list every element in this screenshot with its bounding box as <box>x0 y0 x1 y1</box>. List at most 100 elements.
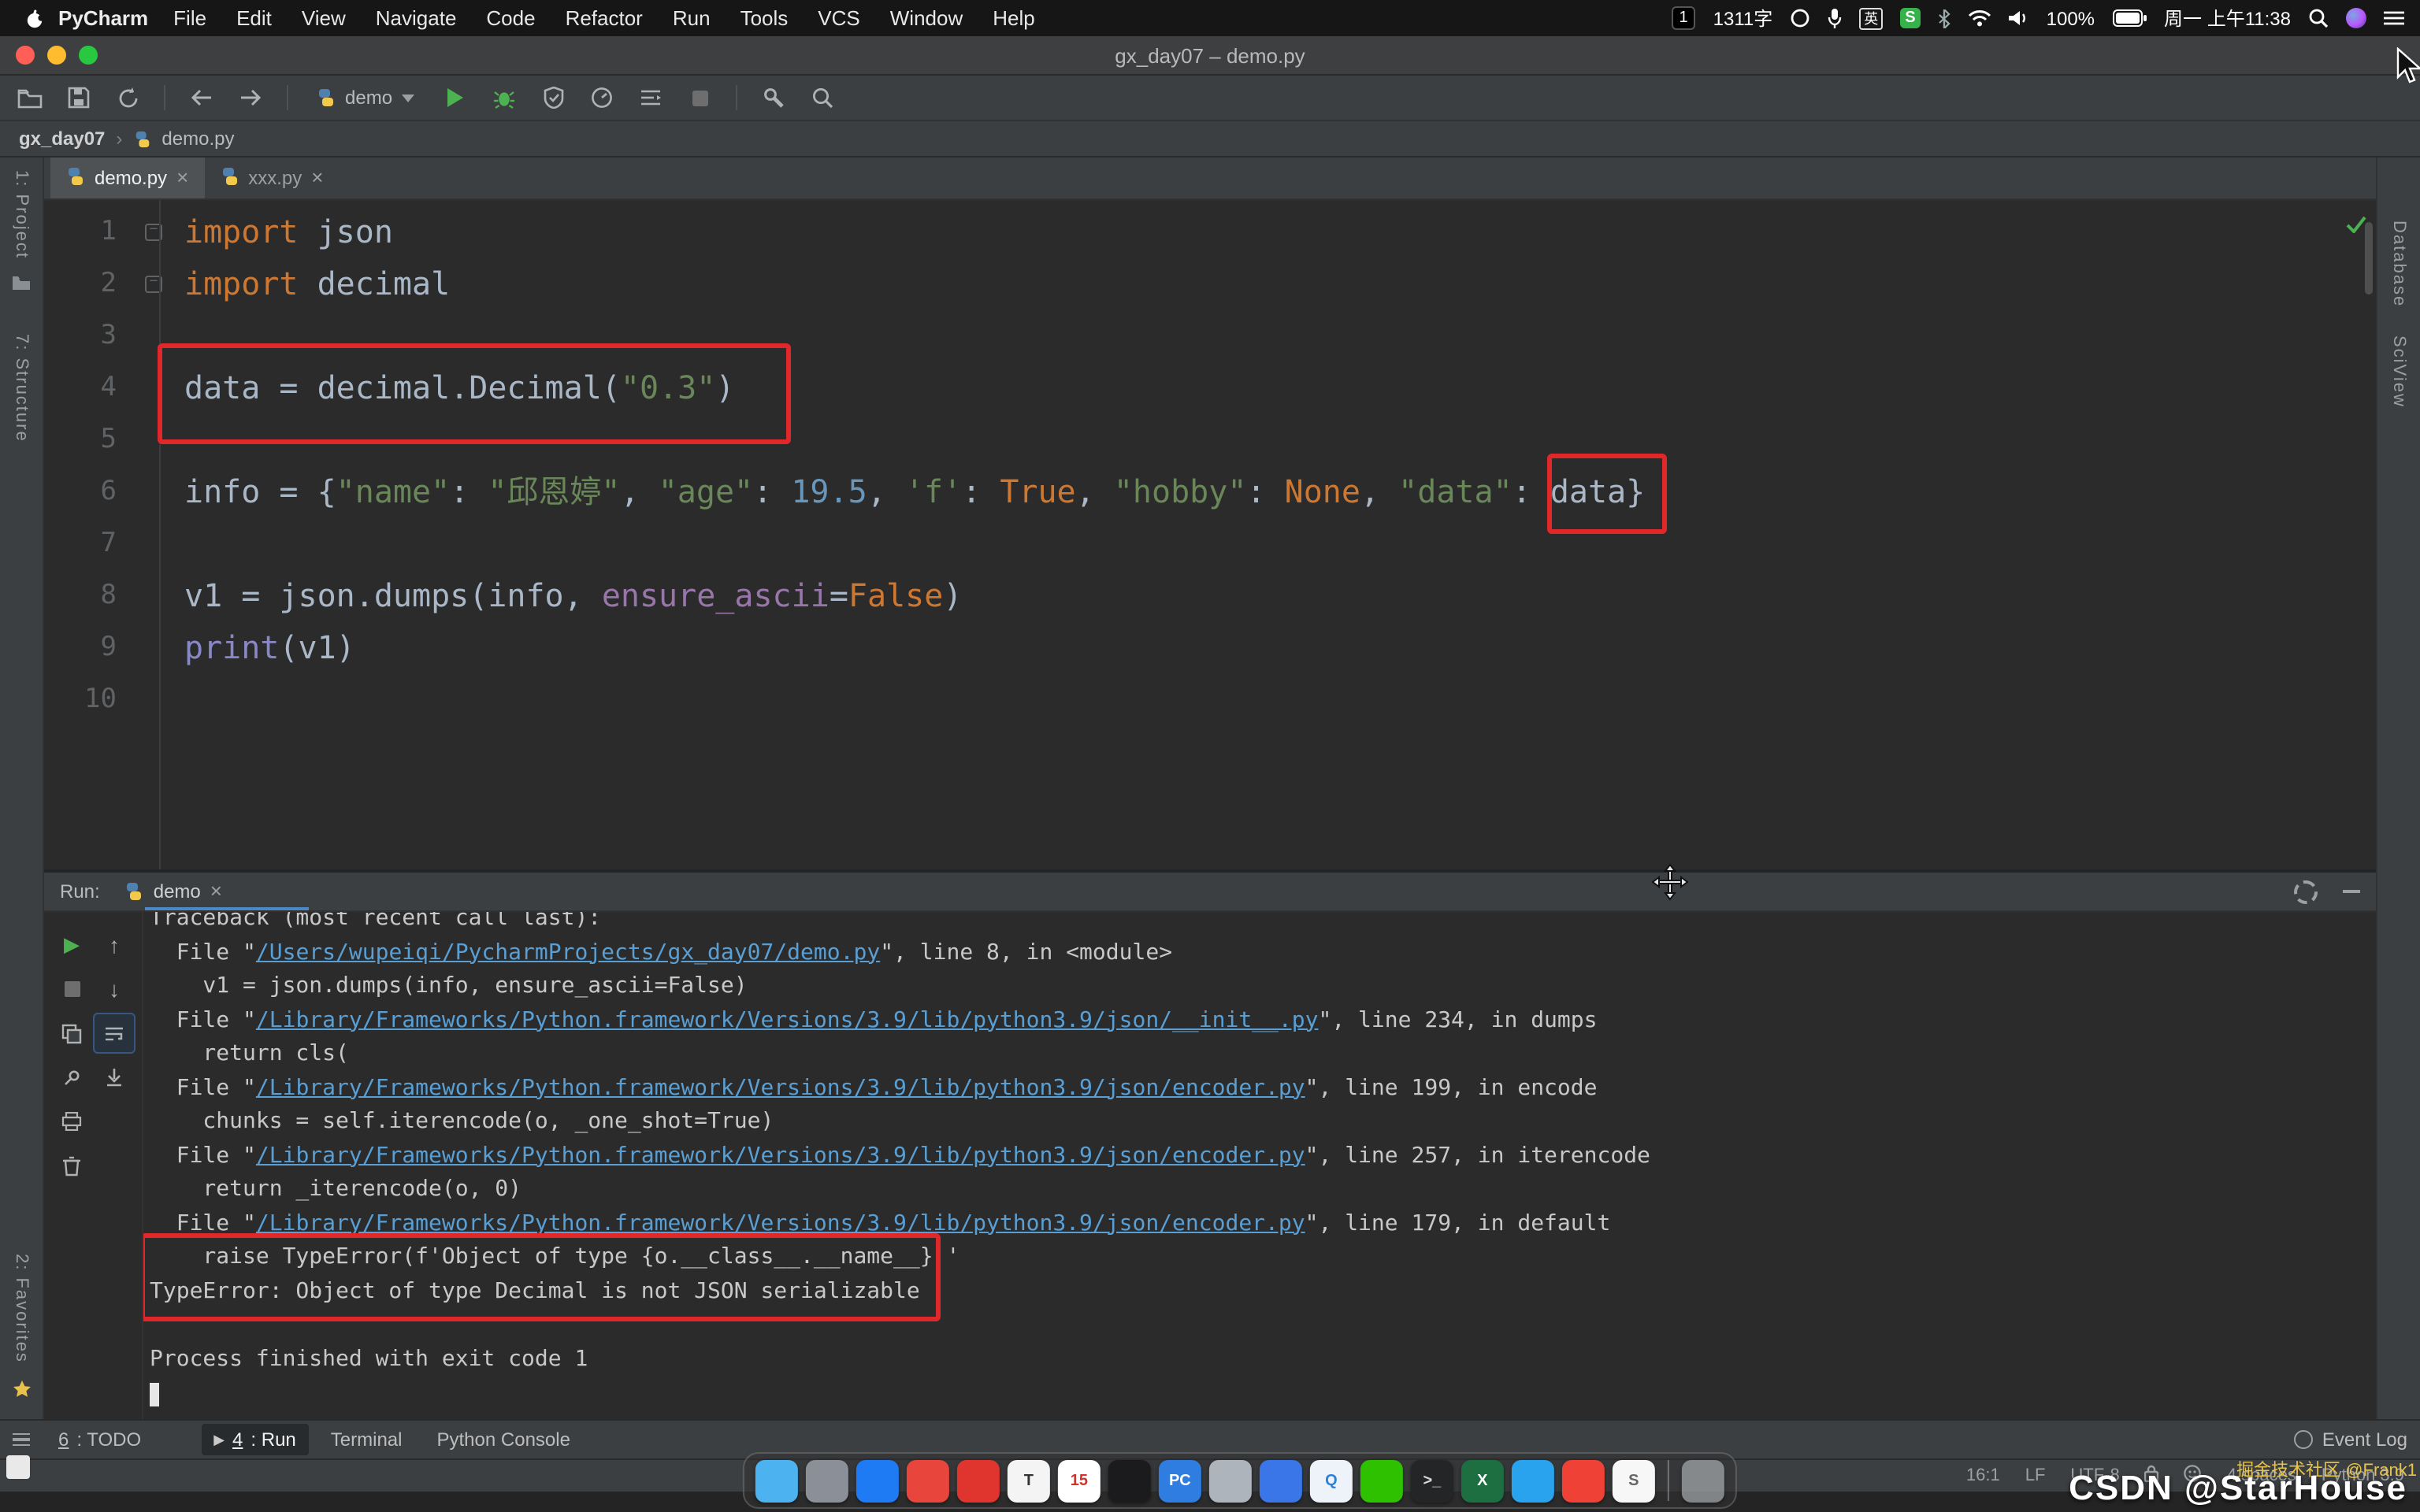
editor-tab-demo.py[interactable]: demo.py× <box>50 158 204 198</box>
dock-app-sketch-like[interactable]: S <box>1613 1459 1655 1502</box>
gear-icon[interactable] <box>2294 880 2318 903</box>
dock-app-trash[interactable] <box>1682 1459 1724 1502</box>
dock-app-pc-manager[interactable]: PC <box>1159 1459 1201 1502</box>
sogou-input-icon[interactable]: S <box>1900 8 1920 28</box>
stack-trace-link[interactable]: /Users/wupeiqi/PycharmProjects/gx_day07/… <box>256 939 880 965</box>
menu-item-view[interactable]: View <box>302 6 346 30</box>
menu-item-tools[interactable]: Tools <box>740 6 789 30</box>
fold-marker[interactable]: − <box>135 206 172 258</box>
pin-tab-icon[interactable] <box>50 1057 93 1098</box>
dock-app-app-blue[interactable] <box>1260 1459 1302 1502</box>
stack-trace-link[interactable]: /Library/Frameworks/Python.framework/Ver… <box>256 1075 1305 1100</box>
toolwindow-run[interactable]: ▶4: Run <box>201 1424 309 1455</box>
stop-process-button[interactable] <box>50 969 93 1010</box>
print-icon[interactable] <box>50 1101 93 1142</box>
menu-item-help[interactable]: Help <box>993 6 1035 30</box>
star-icon[interactable] <box>12 1378 31 1406</box>
run-console[interactable]: Traceback (most recent call last): File … <box>143 912 2376 1419</box>
menu-item-code[interactable]: Code <box>486 6 535 30</box>
tool-stripe-project[interactable]: 1: Project <box>12 170 31 259</box>
mic-icon[interactable] <box>1828 8 1842 28</box>
battery-icon[interactable] <box>2112 9 2147 27</box>
editor-tab-xxx.py[interactable]: xxx.py× <box>204 158 339 198</box>
code-line[interactable]: 10 <box>44 674 2376 726</box>
forward-arrow-icon[interactable] <box>233 80 268 115</box>
dock-app-finder[interactable] <box>755 1459 798 1502</box>
volume-icon[interactable] <box>2009 9 2029 27</box>
siri-icon[interactable] <box>2346 8 2366 28</box>
tool-stripe-favorites[interactable]: 2: Favorites <box>12 1253 31 1362</box>
ime-lang-icon[interactable]: 英 <box>1859 7 1883 29</box>
dock-app-netease[interactable] <box>1562 1459 1605 1502</box>
run-configuration-select[interactable]: demo <box>307 83 424 112</box>
menu-item-window[interactable]: Window <box>890 6 963 30</box>
run-dashboard-icon[interactable] <box>633 80 668 115</box>
debug-button[interactable] <box>487 80 521 115</box>
dock-app-safari[interactable] <box>856 1459 899 1502</box>
menu-item-run[interactable]: Run <box>673 6 711 30</box>
menu-item-vcs[interactable]: VCS <box>818 6 859 30</box>
folder-icon[interactable] <box>11 272 32 300</box>
ime-badge-icon[interactable]: 1 <box>1672 6 1696 30</box>
scroll-to-end-icon[interactable] <box>93 1057 135 1098</box>
back-arrow-icon[interactable] <box>184 80 219 115</box>
code-line[interactable]: 4data = decimal.Decimal("0.3") <box>44 362 2376 414</box>
code-line[interactable]: 6info = {"name": "邱恩婷", "age": 19.5, 'f'… <box>44 466 2376 518</box>
search-everywhere-icon[interactable] <box>805 80 840 115</box>
toolwindow-switcher-icon[interactable] <box>13 1433 30 1447</box>
rerun-button[interactable]: ▶ <box>50 925 93 965</box>
close-tab-icon[interactable]: × <box>311 170 323 186</box>
editor-scrollbar[interactable] <box>2365 222 2373 295</box>
dock-app-clock[interactable] <box>1108 1459 1151 1502</box>
breadcrumb-project[interactable]: gx_day07 <box>19 128 105 150</box>
dock-app-text-editor[interactable]: T <box>1008 1459 1050 1502</box>
run-button[interactable] <box>438 80 473 115</box>
menu-item-navigate[interactable]: Navigate <box>376 6 457 30</box>
ring-icon[interactable] <box>1790 8 1810 28</box>
caret-position[interactable]: 16:1 <box>1966 1466 2000 1485</box>
run-with-coverage-icon[interactable] <box>536 80 570 115</box>
control-center-icon[interactable] <box>2384 9 2404 27</box>
code-line[interactable]: 8v1 = json.dumps(info, ensure_ascii=Fals… <box>44 570 2376 622</box>
wrench-settings-icon[interactable] <box>756 80 791 115</box>
apple-menu-icon[interactable] <box>25 7 46 29</box>
open-folder-icon[interactable] <box>13 80 47 115</box>
code-line[interactable]: 7 <box>44 518 2376 570</box>
code-line[interactable]: 3 <box>44 310 2376 362</box>
dock-app-excel[interactable]: X <box>1461 1459 1504 1502</box>
dock-app-app-gray[interactable] <box>1209 1459 1252 1502</box>
bluetooth-icon[interactable] <box>1938 9 1950 28</box>
line-separator[interactable]: LF <box>2025 1466 2046 1485</box>
breadcrumb-file[interactable]: demo.py <box>161 128 234 150</box>
restore-layout-icon[interactable] <box>50 1013 93 1054</box>
save-all-icon[interactable] <box>61 80 96 115</box>
wifi-icon[interactable] <box>1968 9 1991 27</box>
stop-button[interactable] <box>682 80 717 115</box>
code-line[interactable]: 5 <box>44 414 2376 466</box>
menu-item-refactor[interactable]: Refactor <box>566 6 643 30</box>
tool-stripe-sciview[interactable]: SciView <box>2389 335 2408 408</box>
sync-refresh-icon[interactable] <box>110 80 145 115</box>
toolwindow-todo[interactable]: 6: TODO <box>46 1424 154 1455</box>
soft-wrap-toggle[interactable] <box>93 1013 135 1054</box>
code-line[interactable]: 1−import json <box>44 206 2376 258</box>
dock-app-bird-app[interactable] <box>1512 1459 1554 1502</box>
dock-app-terminal[interactable]: >_ <box>1411 1459 1453 1502</box>
stack-trace-link[interactable]: /Library/Frameworks/Python.framework/Ver… <box>256 1143 1305 1168</box>
code-editor[interactable]: 1−import json2−import decimal34data = de… <box>44 200 2376 869</box>
clear-console-icon[interactable] <box>50 1145 93 1186</box>
close-tab-icon[interactable]: × <box>176 170 188 186</box>
spotlight-icon[interactable] <box>2308 8 2329 28</box>
profiler-icon[interactable] <box>585 80 619 115</box>
run-tab-demo[interactable]: demo × <box>125 880 222 902</box>
menu-item-file[interactable]: File <box>173 6 206 30</box>
code-line[interactable]: 2−import decimal <box>44 258 2376 310</box>
menu-item-edit[interactable]: Edit <box>236 6 272 30</box>
hide-panel-icon[interactable] <box>2343 890 2360 893</box>
menu-app-name[interactable]: PyCharm <box>58 6 148 30</box>
dock-app-launchpad[interactable] <box>806 1459 848 1502</box>
menubar-clock-label[interactable]: 周一 上午11:38 <box>2164 5 2291 32</box>
stack-trace-link[interactable]: /Library/Frameworks/Python.framework/Ver… <box>256 1007 1319 1032</box>
tool-stripe-database[interactable]: Database <box>2389 220 2408 307</box>
down-stack-icon[interactable]: ↓ <box>93 969 135 1010</box>
